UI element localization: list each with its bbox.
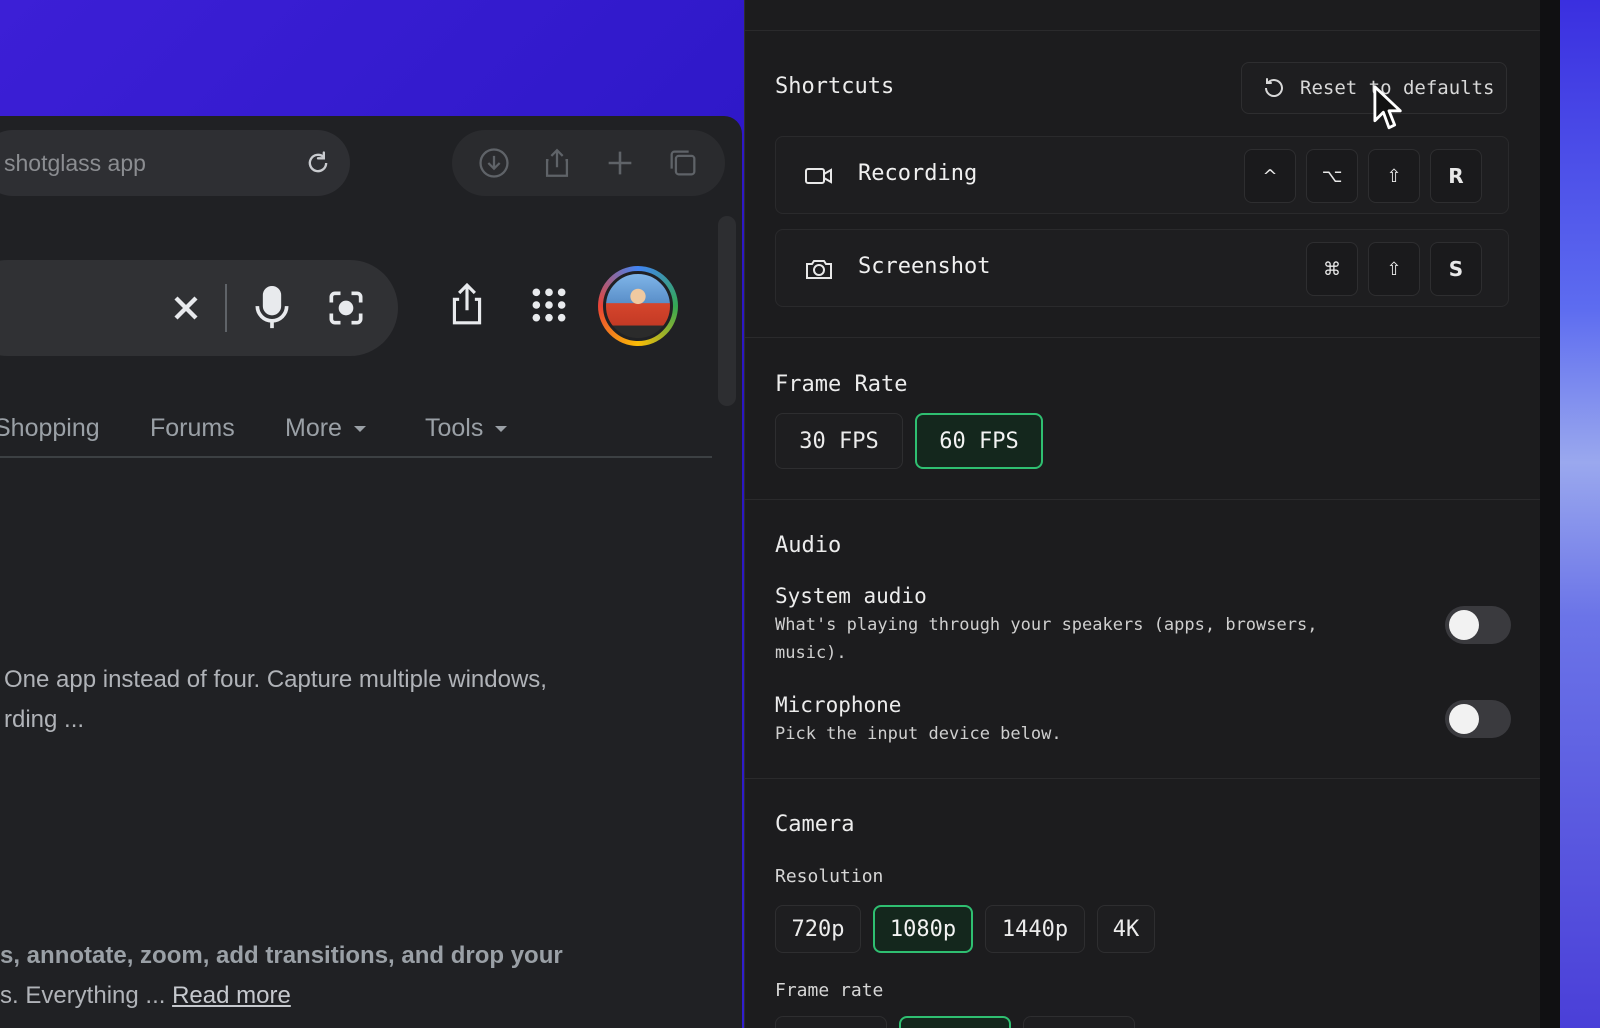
fps-30-option[interactable]: 30 FPS <box>775 413 903 469</box>
camera-fps-option[interactable] <box>775 1016 887 1028</box>
address-text: shotglass app <box>4 149 146 176</box>
download-icon[interactable] <box>477 146 511 180</box>
chevron-down-icon <box>353 425 366 432</box>
snippet-line: s, annotate, zoom, add transitions, and … <box>0 936 563 976</box>
system-audio-label: System audio <box>775 584 927 608</box>
resolution-4k-option[interactable]: 4K <box>1097 905 1155 953</box>
snippet-text: s. Everything ... <box>0 982 166 1009</box>
frame-rate-heading: Frame Rate <box>775 372 908 397</box>
scrollbar[interactable] <box>718 216 736 406</box>
divider <box>745 499 1541 500</box>
camera-frame-rate-label: Frame rate <box>775 980 884 1001</box>
shortcut-row-screenshot[interactable]: Screenshot ⌘ ⇧ S <box>775 229 1509 307</box>
avatar[interactable] <box>598 266 678 346</box>
divider <box>745 337 1541 338</box>
divider <box>745 778 1541 779</box>
tab-shopping[interactable]: Shopping <box>0 414 100 443</box>
tab-label: More <box>285 414 342 442</box>
microphone-toggle[interactable] <box>1445 700 1511 738</box>
apps-grid-icon[interactable] <box>530 286 568 324</box>
snippet-line: s. Everything ... Read more <box>0 976 563 1016</box>
tab-tools[interactable]: Tools <box>425 414 508 443</box>
microphone-label: Microphone <box>775 693 902 717</box>
snippet-line: rding ... <box>4 706 85 733</box>
camera-icon <box>806 260 832 279</box>
key-command[interactable]: ⌘ <box>1306 242 1358 296</box>
mouse-cursor-icon <box>1373 85 1402 130</box>
system-audio-toggle[interactable] <box>1445 606 1511 644</box>
resolution-720p-option[interactable]: 720p <box>775 905 861 953</box>
panel-edge <box>1540 0 1560 1028</box>
microphone-icon[interactable] <box>250 284 294 332</box>
address-bar[interactable]: shotglass app <box>0 130 350 196</box>
camera-heading: Camera <box>775 812 855 837</box>
shortcuts-heading: Shortcuts <box>775 74 895 99</box>
camera-fps-option[interactable] <box>1023 1016 1135 1028</box>
share-icon[interactable] <box>448 282 486 326</box>
video-camera-icon <box>805 168 832 184</box>
settings-panel: Shortcuts Reset to defaults Recording ^ … <box>744 0 1541 1028</box>
browser-toolbar <box>452 130 725 196</box>
result-snippet: s, annotate, zoom, add transitions, and … <box>0 936 563 1016</box>
toggle-knob <box>1449 704 1479 734</box>
tab-more[interactable]: More <box>285 414 366 443</box>
reset-icon <box>1265 78 1283 97</box>
key-option[interactable]: ⌥ <box>1306 149 1358 203</box>
tab-label: Forums <box>150 414 235 442</box>
key-r[interactable]: R <box>1430 149 1482 203</box>
toggle-knob <box>1449 610 1479 640</box>
resolution-label: Resolution <box>775 866 884 887</box>
key-shift[interactable]: ⇧ <box>1368 149 1420 203</box>
avatar-photo <box>603 271 673 341</box>
microphone-description: Pick the input device below. <box>775 724 1062 744</box>
key-s[interactable]: S <box>1430 242 1482 296</box>
chevron-down-icon <box>495 425 508 432</box>
resolution-1080p-option[interactable]: 1080p <box>873 905 973 953</box>
desktop-background-edge <box>1560 0 1600 1028</box>
shortcut-label: Screenshot <box>858 254 991 279</box>
reload-icon[interactable] <box>304 149 332 177</box>
system-audio-description: What's playing through your speakers (ap… <box>775 615 1318 663</box>
fps-60-option[interactable]: 60 FPS <box>915 413 1043 469</box>
audio-heading: Audio <box>775 533 842 558</box>
new-tab-icon[interactable] <box>603 146 637 180</box>
search-box[interactable] <box>0 260 398 356</box>
tab-label: Tools <box>425 414 484 442</box>
key-control[interactable]: ^ <box>1244 149 1296 203</box>
key-shift[interactable]: ⇧ <box>1368 242 1420 296</box>
camera-fps-option-selected[interactable] <box>899 1016 1011 1028</box>
read-more-link[interactable]: Read more <box>172 982 291 1009</box>
tabs-overview-icon[interactable] <box>666 146 700 180</box>
tab-label: Shopping <box>0 414 100 442</box>
divider <box>745 30 1541 31</box>
browser-window: shotglass app Shopping Forums More Tools… <box>0 116 742 1028</box>
resolution-1440p-option[interactable]: 1440p <box>985 905 1085 953</box>
snippet-bold-text: s, annotate, zoom, add transitions, and … <box>0 942 563 969</box>
search-divider <box>225 284 227 332</box>
clear-icon[interactable] <box>166 288 206 328</box>
result-snippet: One app instead of four. Capture multipl… <box>4 660 547 740</box>
shortcut-row-recording[interactable]: Recording ^ ⌥ ⇧ R <box>775 136 1509 214</box>
snippet-line: One app instead of four. Capture multipl… <box>4 666 547 693</box>
share-icon[interactable] <box>540 146 574 180</box>
shortcut-label: Recording <box>858 161 978 186</box>
tab-forums[interactable]: Forums <box>150 414 235 443</box>
lens-icon[interactable] <box>324 286 368 330</box>
search-tabs: Shopping Forums More Tools <box>0 406 712 458</box>
